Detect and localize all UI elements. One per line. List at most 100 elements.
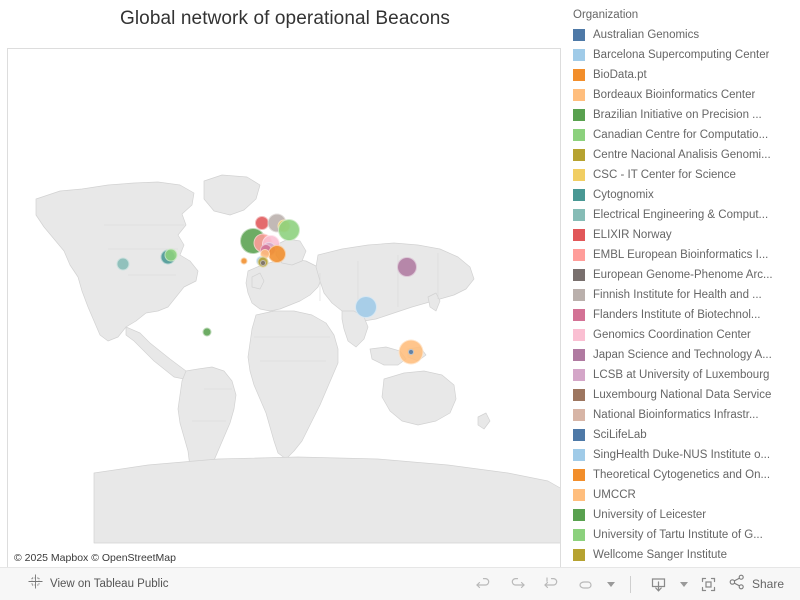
tableau-viz-app: Global network of operational Beacons © … [0, 0, 800, 600]
refresh-button[interactable] [569, 571, 603, 597]
legend-color-swatch [573, 69, 585, 81]
legend-item[interactable]: EMBL European Bioinformatics I... [570, 245, 798, 265]
legend-item[interactable]: LCSB at University of Luxembourg [570, 365, 798, 385]
legend-item[interactable]: SingHealth Duke-NUS Institute o... [570, 445, 798, 465]
legend-color-swatch [573, 169, 585, 181]
legend-color-swatch [573, 489, 585, 501]
map-marker[interactable] [240, 257, 248, 265]
legend-item-label: Australian Genomics [593, 29, 700, 41]
share-button[interactable]: Share [726, 573, 790, 596]
legend-item[interactable]: National Bioinformatics Infrastr... [570, 405, 798, 425]
legend-item-label: Theoretical Cytogenetics and On... [593, 469, 771, 481]
tableau-logo-icon [28, 574, 43, 594]
legend-item[interactable]: Wellcome Sanger Institute [570, 545, 798, 565]
legend-panel: Organization Australian Genomics Barcelon… [570, 6, 798, 568]
legend-item[interactable]: Theoretical Cytogenetics and On... [570, 465, 798, 485]
map-marker[interactable] [116, 257, 130, 271]
legend-item[interactable]: Finnish Institute for Health and ... [570, 285, 798, 305]
toolbar-more-caret-icon[interactable] [603, 571, 619, 597]
legend-item-label: LCSB at University of Luxembourg [593, 369, 770, 381]
map-marker[interactable] [355, 296, 377, 318]
legend-item[interactable]: UMCCR [570, 485, 798, 505]
legend-color-swatch [573, 249, 585, 261]
legend-item[interactable]: Genomics Coordination Center [570, 325, 798, 345]
page-title: Global network of operational Beacons [119, 8, 451, 29]
legend-item[interactable]: Barcelona Supercomputing Center [570, 45, 798, 65]
map-marker[interactable] [260, 260, 266, 266]
legend-color-swatch [573, 289, 585, 301]
legend-item-label: University of Leicester [593, 509, 707, 521]
redo-button[interactable] [501, 571, 535, 597]
legend-item[interactable]: BioData.pt [570, 65, 798, 85]
legend-item-label: UMCCR [593, 489, 636, 501]
legend-item[interactable]: Flanders Institute of Biotechnol... [570, 305, 798, 325]
map-canvas[interactable] [8, 49, 560, 567]
download-button[interactable] [642, 571, 676, 597]
legend-color-swatch [573, 389, 585, 401]
legend-item-label: EMBL European Bioinformatics I... [593, 249, 769, 261]
legend-color-swatch [573, 149, 585, 161]
legend-color-swatch [573, 49, 585, 61]
legend-item-label: European Genome-Phenome Arc... [593, 269, 773, 281]
legend-color-swatch [573, 309, 585, 321]
legend-item-label: Finnish Institute for Health and ... [593, 289, 762, 301]
legend-list: Australian Genomics Barcelona Supercomput… [570, 25, 798, 565]
download-caret-icon[interactable] [676, 571, 692, 597]
legend-color-swatch [573, 109, 585, 121]
legend-color-swatch [573, 329, 585, 341]
legend-item[interactable]: Australian Genomics [570, 25, 798, 45]
legend-item-label: CSC - IT Center for Science [593, 169, 736, 181]
share-icon [728, 573, 746, 596]
undo-button[interactable] [467, 571, 501, 597]
legend-item-label: SciLifeLab [593, 429, 647, 441]
legend-item-label: Canadian Centre for Computatio... [593, 129, 769, 141]
legend-color-swatch [573, 349, 585, 361]
legend-item-label: Bordeaux Bioinformatics Center [593, 89, 756, 101]
legend-item[interactable]: European Genome-Phenome Arc... [570, 265, 798, 285]
legend-item[interactable]: Cytognomix [570, 185, 798, 205]
map-marker[interactable] [268, 245, 286, 263]
legend-color-swatch [573, 369, 585, 381]
legend-item[interactable]: Luxembourg National Data Service [570, 385, 798, 405]
legend-item[interactable]: Bordeaux Bioinformatics Center [570, 85, 798, 105]
legend-item[interactable]: Brazilian Initiative on Precision ... [570, 105, 798, 125]
legend-item[interactable]: Canadian Centre for Computatio... [570, 125, 798, 145]
legend-color-swatch [573, 89, 585, 101]
legend-color-swatch [573, 189, 585, 201]
legend-item[interactable]: Japan Science and Technology A... [570, 345, 798, 365]
legend-item-label: Wellcome Sanger Institute [593, 549, 728, 561]
legend-item[interactable]: University of Tartu Institute of G... [570, 525, 798, 545]
map-marker[interactable] [408, 349, 414, 355]
fullscreen-button[interactable] [692, 571, 726, 597]
revert-button[interactable] [535, 571, 569, 597]
legend-color-swatch [573, 269, 585, 281]
legend-item[interactable]: CSC - IT Center for Science [570, 165, 798, 185]
legend-item[interactable]: University of Leicester [570, 505, 798, 525]
legend-color-swatch [573, 549, 585, 561]
legend-item-label: ELIXIR Norway [593, 229, 672, 241]
view-on-tableau-public-button[interactable]: View on Tableau Public [28, 574, 169, 594]
legend-item-label: Brazilian Initiative on Precision ... [593, 109, 762, 121]
map-marker[interactable] [278, 219, 300, 241]
legend-item[interactable]: SciLifeLab [570, 425, 798, 445]
legend-color-swatch [573, 509, 585, 521]
map-panel[interactable]: © 2025 Mapbox © OpenStreetMap [7, 48, 561, 568]
legend-color-swatch [573, 29, 585, 41]
toolbar-divider [629, 575, 631, 593]
legend-item[interactable]: Electrical Engineering & Comput... [570, 205, 798, 225]
legend-item-label: Centre Nacional Analisis Genomi... [593, 149, 771, 161]
legend-title: Organization [573, 9, 639, 21]
view-on-tableau-public-label: View on Tableau Public [50, 578, 169, 590]
map-attribution: © 2025 Mapbox © OpenStreetMap [8, 550, 182, 567]
legend-item[interactable]: ELIXIR Norway [570, 225, 798, 245]
legend-item-label: Electrical Engineering & Comput... [593, 209, 769, 221]
legend-color-swatch [573, 209, 585, 221]
legend-item[interactable]: Centre Nacional Analisis Genomi... [570, 145, 798, 165]
share-label: Share [751, 577, 784, 591]
map-marker[interactable] [164, 248, 178, 262]
legend-item-label: Barcelona Supercomputing Center [593, 49, 770, 61]
map-marker[interactable] [202, 327, 212, 337]
map-marker[interactable] [397, 257, 417, 277]
world-basemap [35, 174, 560, 544]
legend-item-label: Luxembourg National Data Service [593, 389, 772, 401]
